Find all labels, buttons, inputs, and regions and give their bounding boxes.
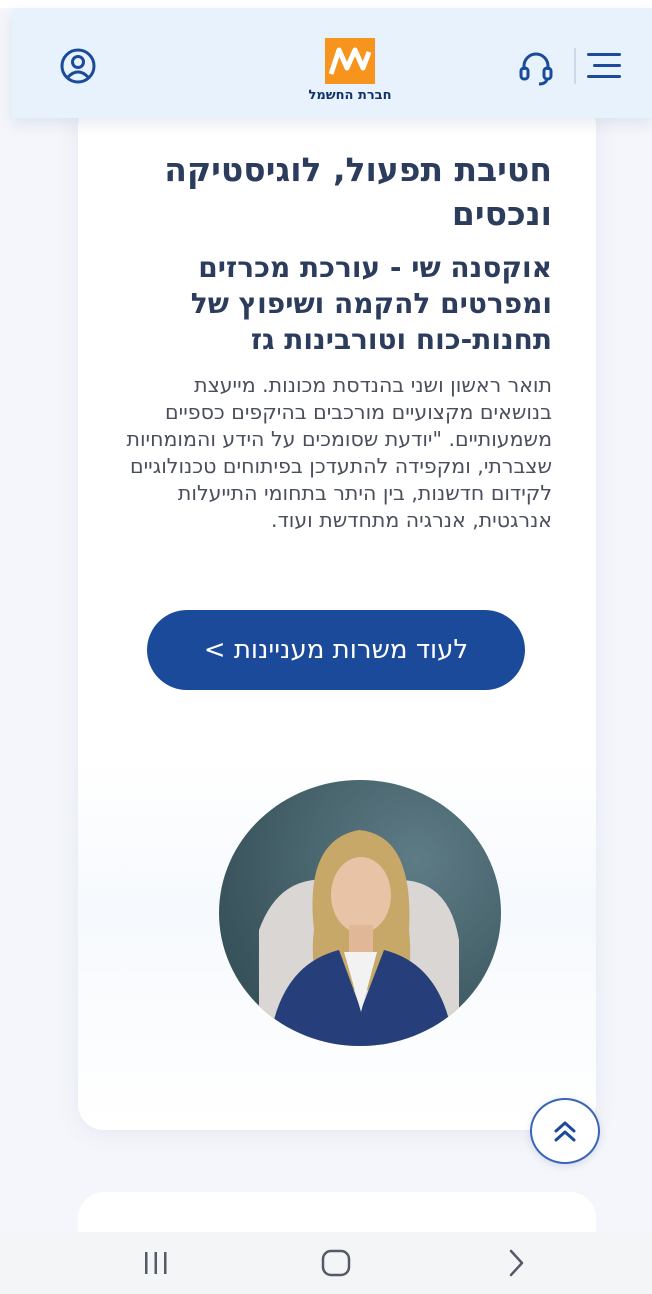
employee-bio: תואר ראשון ושני בהנדסת מכונות. מייעצת בנ…	[126, 373, 552, 532]
menu-icon	[587, 53, 621, 78]
status-strip	[0, 0, 652, 8]
scroll-to-top-button[interactable]	[530, 1098, 600, 1164]
support-button[interactable]	[512, 44, 560, 92]
logo-mark-icon	[325, 38, 375, 84]
menu-button[interactable]	[582, 43, 628, 89]
portrait-image	[259, 830, 459, 1046]
recents-button[interactable]	[136, 1246, 176, 1280]
employee-portrait	[219, 780, 501, 1046]
back-icon	[509, 1249, 524, 1277]
system-nav-bar	[0, 1232, 652, 1294]
home-icon	[321, 1249, 351, 1277]
double-chevron-up-icon	[554, 1121, 576, 1142]
home-button[interactable]	[316, 1246, 356, 1280]
more-jobs-button[interactable]: לעוד משרות מעניינות >	[147, 610, 525, 690]
company-logo[interactable]: חברת החשמל	[300, 38, 400, 118]
site-header: חברת החשמל	[12, 8, 652, 118]
profile-card: חטיבת תפעול, לוגיסטיקה ונכסים אוקסנה שי …	[78, 100, 596, 1130]
back-button[interactable]	[496, 1246, 536, 1280]
account-button[interactable]	[54, 42, 102, 90]
headset-icon	[519, 52, 553, 86]
header-divider	[574, 48, 576, 84]
employee-name-role: אוקסנה שי - עורכת מכרזים ומפרטים להקמה ו…	[190, 251, 552, 356]
recents-icon	[145, 1252, 167, 1274]
logo-text: חברת החשמל	[308, 88, 392, 103]
department-title: חטיבת תפעול, לוגיסטיקה ונכסים	[164, 150, 552, 233]
user-circle-icon	[60, 48, 96, 84]
profile-text: חטיבת תפעול, לוגיסטיקה ונכסים אוקסנה שי …	[122, 148, 552, 534]
